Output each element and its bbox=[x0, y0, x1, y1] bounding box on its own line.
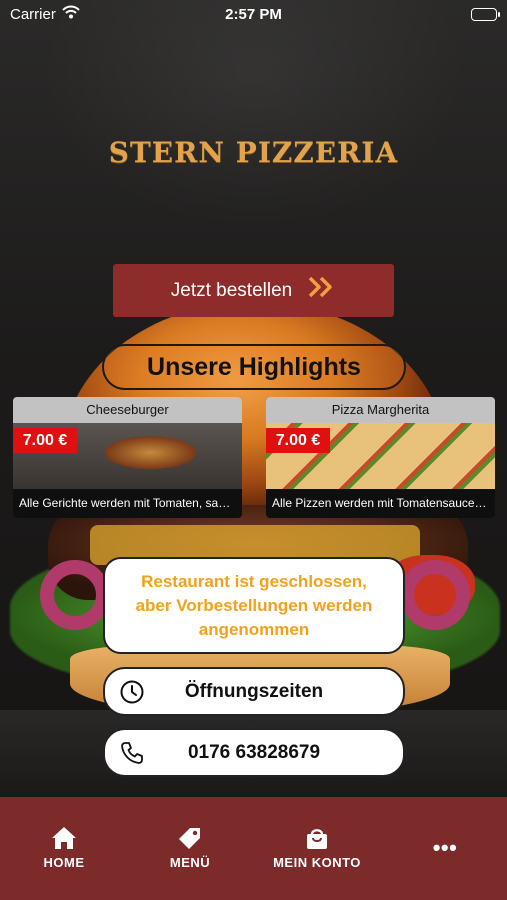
highlight-card-cheeseburger[interactable]: Cheeseburger Alle Gerichte werden mit To… bbox=[13, 397, 242, 518]
closed-notice: Restaurant ist geschlossen, aber Vorbest… bbox=[103, 557, 405, 654]
highlights-heading: Unsere Highlights bbox=[102, 344, 406, 390]
tab-menu-label: MENÜ bbox=[169, 855, 211, 870]
home-icon bbox=[9, 825, 119, 851]
card-description: Alle Pizzen werden mit Tomatensauce u... bbox=[266, 489, 495, 518]
card-description: Alle Gerichte werden mit Tomaten, saur..… bbox=[13, 489, 242, 518]
tab-bar: HOME MENÜ MEIN KONTO ••• bbox=[0, 797, 507, 900]
phone-number: 0176 63828679 bbox=[187, 741, 321, 763]
restaurant-title: STERN PIZZERIA bbox=[108, 136, 399, 169]
order-now-button[interactable]: Jetzt bestellen bbox=[113, 264, 394, 317]
phone-button[interactable]: 0176 63828679 bbox=[103, 728, 405, 777]
tab-account-label: MEIN KONTO bbox=[273, 855, 361, 870]
order-now-label: Jetzt bestellen bbox=[170, 279, 293, 301]
card-title: Pizza Margherita bbox=[266, 397, 495, 423]
tab-home-label: HOME bbox=[43, 855, 85, 870]
phone-icon bbox=[119, 740, 145, 766]
price-badge: 7.00 € bbox=[13, 428, 77, 453]
opening-hours-button[interactable]: Öffnungszeiten bbox=[103, 667, 405, 716]
tag-icon bbox=[135, 825, 245, 851]
battery-icon bbox=[471, 8, 500, 21]
bag-icon bbox=[262, 825, 372, 851]
status-time: 2:57 PM bbox=[225, 6, 282, 23]
clock-icon bbox=[119, 679, 145, 705]
opening-hours-label: Öffnungszeiten bbox=[184, 680, 324, 702]
double-chevron-right-icon bbox=[306, 275, 336, 306]
status-bar: Carrier 2:57 PM bbox=[0, 0, 507, 30]
card-title: Cheeseburger bbox=[13, 397, 242, 423]
tab-home[interactable]: HOME bbox=[9, 825, 119, 870]
highlight-card-pizza-margherita[interactable]: Pizza Margherita Alle Pizzen werden mit … bbox=[266, 397, 495, 518]
more-icon[interactable]: ••• bbox=[390, 835, 500, 861]
price-badge: 7.00 € bbox=[266, 428, 330, 453]
tab-account[interactable]: MEIN KONTO bbox=[262, 825, 372, 870]
tab-menu[interactable]: MENÜ bbox=[135, 825, 245, 870]
